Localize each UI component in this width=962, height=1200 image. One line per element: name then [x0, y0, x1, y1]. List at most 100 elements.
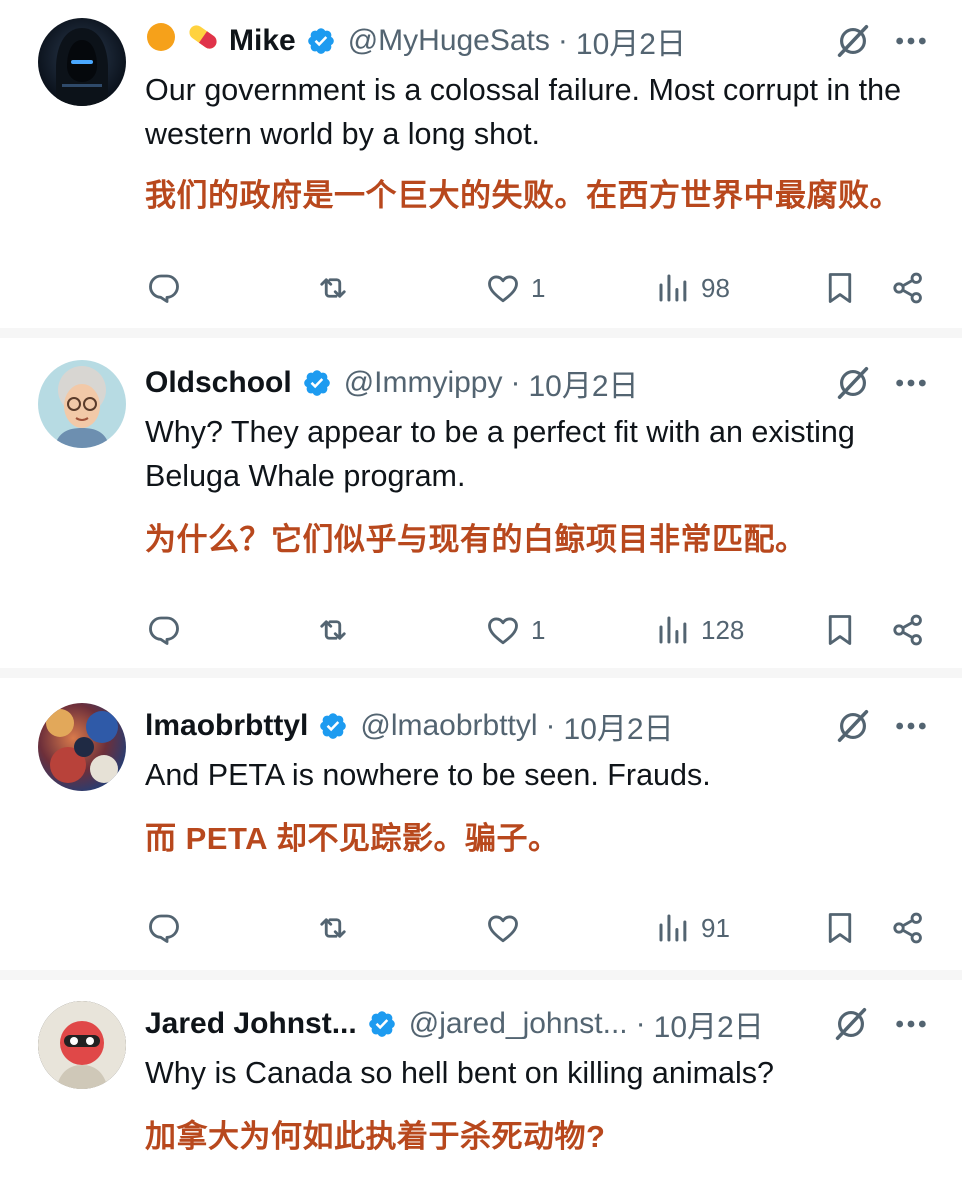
user-handle[interactable]: @Immyippy [344, 366, 503, 400]
grok-icon[interactable] [834, 22, 872, 60]
like-count: 1 [531, 614, 546, 645]
grok-icon[interactable] [834, 707, 872, 745]
view-count: 98 [701, 272, 730, 303]
cartoon-character-avatar-image [38, 1001, 126, 1089]
abstract-art-avatar-image [46, 709, 118, 783]
heart-icon [485, 612, 521, 648]
reply-button[interactable] [146, 266, 182, 310]
retweet-icon [315, 612, 351, 648]
avatar[interactable] [38, 360, 126, 448]
views-button[interactable]: 128 [655, 608, 744, 652]
views-button[interactable]: 98 [655, 266, 730, 310]
separator-dot: · [545, 709, 556, 742]
like-button[interactable]: 1 [485, 608, 545, 652]
avatar[interactable] [38, 18, 126, 106]
share-button[interactable] [890, 608, 926, 652]
like-count: 1 [531, 272, 546, 303]
bookmark-icon [822, 270, 858, 306]
display-name[interactable]: Jared Johnst... [145, 1007, 357, 1041]
views-icon [655, 270, 691, 306]
timestamp[interactable]: 10月2日 [529, 361, 639, 405]
more-icon[interactable] [894, 711, 928, 741]
share-icon [890, 270, 926, 306]
grok-icon[interactable] [834, 364, 872, 402]
timestamp[interactable]: 10月2日 [564, 704, 674, 748]
more-icon[interactable] [894, 1009, 928, 1039]
user-handle[interactable]: @lmaobrbttyl [360, 709, 537, 743]
separator-dot: · [510, 366, 521, 399]
retweet-button[interactable] [315, 608, 351, 652]
display-name[interactable]: Oldschool [145, 366, 292, 400]
reply-icon [146, 612, 182, 648]
separator-dot: · [557, 24, 568, 57]
bookmark-icon [822, 612, 858, 648]
user-handle[interactable]: @jared_johnst... [409, 1007, 628, 1041]
share-button[interactable] [890, 266, 926, 310]
action-bar: 1 128 [0, 608, 962, 652]
tweet-text: Why? They appear to be a perfect fit wit… [145, 415, 855, 493]
retweet-button[interactable] [315, 906, 351, 950]
view-count: 91 [701, 912, 730, 943]
tweet[interactable]: lmaobrbttyl @lmaobrbttyl · 10月2日 And PET… [0, 703, 962, 963]
bookmark-button[interactable] [822, 608, 858, 652]
bookmark-icon [822, 910, 858, 946]
tweet-translation: 我们的政府是一个巨大的失败。在西方世界中最腐败。 [145, 178, 901, 213]
bookmark-button[interactable] [822, 906, 858, 950]
tweet[interactable]: Oldschool @Immyippy · 10月2日 Why? They ap… [0, 360, 962, 660]
tweet-header: lmaobrbttyl @lmaobrbttyl · 10月2日 [145, 703, 942, 749]
divider [0, 970, 962, 980]
pill-emoji-icon [185, 21, 221, 61]
views-icon [655, 612, 691, 648]
tweet-text: Why is Canada so hell bent on killing an… [145, 1056, 774, 1090]
bookmark-button[interactable] [822, 266, 858, 310]
more-icon[interactable] [894, 26, 928, 56]
retweet-icon [315, 910, 351, 946]
views-button[interactable]: 91 [655, 906, 730, 950]
tweet-translation: 加拿大为何如此执着于杀死动物? [145, 1119, 606, 1154]
like-button[interactable] [485, 906, 531, 950]
hooded-figure-avatar-image [56, 28, 108, 106]
reply-icon [146, 270, 182, 306]
view-count: 128 [701, 614, 745, 645]
tweet-text: Our government is a colossal failure. Mo… [145, 73, 902, 151]
reply-icon [146, 910, 182, 946]
tweet-translation: 而 PETA 却不见踪影。骗子。 [145, 821, 560, 856]
heart-icon [485, 270, 521, 306]
divider [0, 328, 962, 338]
retweet-button[interactable] [315, 266, 351, 310]
tweet-text: And PETA is nowhere to be seen. Frauds. [145, 758, 711, 792]
verified-badge-icon [302, 368, 332, 398]
tweet-translation: 为什么？它们似乎与现有的白鲸项目非常匹配。 [145, 522, 807, 557]
reply-button[interactable] [146, 906, 182, 950]
views-icon [655, 910, 691, 946]
tweet-header: Oldschool @Immyippy · 10月2日 [145, 360, 942, 406]
divider [0, 668, 962, 678]
share-icon [890, 612, 926, 648]
verified-badge-icon [306, 26, 336, 56]
more-icon[interactable] [894, 368, 928, 398]
tweet[interactable]: Jared Johnst... @jared_johnst... · 10月2日… [0, 1001, 962, 1200]
avatar[interactable] [38, 1001, 126, 1089]
share-button[interactable] [890, 906, 926, 950]
tweet-header: Jared Johnst... @jared_johnst... · 10月2日 [145, 1001, 942, 1047]
action-bar: 91 [0, 906, 962, 950]
user-handle[interactable]: @MyHugeSats [348, 24, 550, 58]
elderly-woman-avatar-image [54, 366, 110, 448]
share-icon [890, 910, 926, 946]
verified-badge-icon [367, 1009, 397, 1039]
timestamp[interactable]: 10月2日 [576, 19, 686, 63]
display-name[interactable]: Mike [229, 24, 296, 58]
display-name[interactable]: lmaobrbttyl [145, 709, 308, 743]
like-button[interactable]: 1 [485, 266, 545, 310]
tweet-header: Mike @MyHugeSats · 10月2日 [145, 18, 942, 64]
timestamp[interactable]: 10月2日 [654, 1002, 764, 1046]
avatar[interactable] [38, 703, 126, 791]
grok-icon[interactable] [832, 1005, 870, 1043]
heart-icon [485, 910, 521, 946]
tweet[interactable]: Mike @MyHugeSats · 10月2日 Our government … [0, 18, 962, 318]
separator-dot: · [635, 1007, 646, 1040]
orange-circle-emoji-icon [145, 21, 177, 61]
retweet-icon [315, 270, 351, 306]
reply-button[interactable] [146, 608, 182, 652]
action-bar: 1 98 [0, 266, 962, 310]
